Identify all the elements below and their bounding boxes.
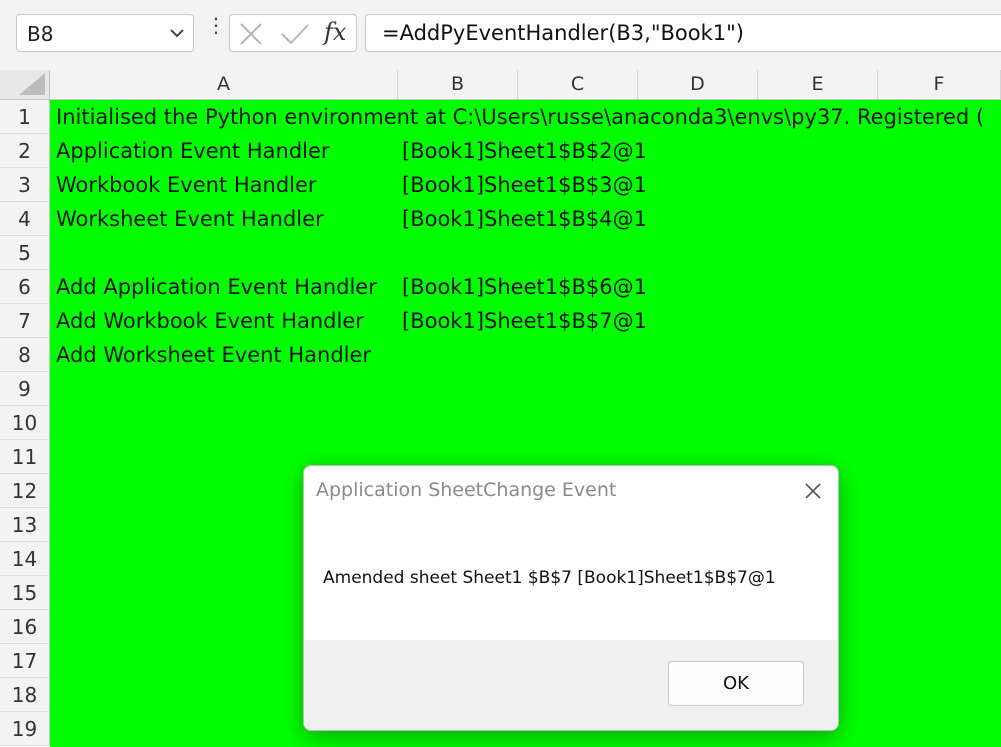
name-box[interactable]: B8 <box>16 14 194 52</box>
formula-buttons: fx <box>229 14 357 52</box>
insert-function-fx-icon[interactable]: fx <box>324 18 346 46</box>
row-header-8[interactable]: 8 <box>0 338 50 372</box>
row-header-4[interactable]: 4 <box>0 202 50 236</box>
cell-a7[interactable]: Add Workbook Event Handler <box>56 304 364 338</box>
column-header-b[interactable]: B <box>398 70 518 100</box>
cell-b6[interactable]: [Book1]Sheet1$B$6@1 <box>402 270 647 304</box>
enter-check-icon[interactable] <box>280 21 310 47</box>
column-header-e[interactable]: E <box>758 70 878 100</box>
dialog-title: Application SheetChange Event <box>316 479 617 501</box>
row-header-11[interactable]: 11 <box>0 440 50 474</box>
row-header-14[interactable]: 14 <box>0 542 50 576</box>
row-header-3[interactable]: 3 <box>0 168 50 202</box>
row-header-10[interactable]: 10 <box>0 406 50 440</box>
column-header-f[interactable]: F <box>878 70 1001 100</box>
cell-b2[interactable]: [Book1]Sheet1$B$2@1 <box>402 134 647 168</box>
row-header-7[interactable]: 7 <box>0 304 50 338</box>
row-header-1[interactable]: 1 <box>0 100 50 134</box>
row-header-12[interactable]: 12 <box>0 474 50 508</box>
cell-a4[interactable]: Worksheet Event Handler <box>56 202 324 236</box>
column-header-a[interactable]: A <box>50 70 398 100</box>
row-header-5[interactable]: 5 <box>0 236 50 270</box>
vertical-ellipsis-icon[interactable]: ⋮ <box>206 15 226 35</box>
column-header-c[interactable]: C <box>518 70 638 100</box>
formula-bar: B8 ⋮ fx =AddPyEventHandler(B3,"Book1") <box>0 0 1001 70</box>
cell-a3[interactable]: Workbook Event Handler <box>56 168 317 202</box>
row-header-9[interactable]: 9 <box>0 372 50 406</box>
cell-a1[interactable]: Initialised the Python environment at C:… <box>56 100 984 134</box>
ok-button[interactable]: OK <box>668 661 804 706</box>
select-all-corner[interactable] <box>0 70 50 100</box>
cell-b7[interactable]: [Book1]Sheet1$B$7@1 <box>402 304 647 338</box>
close-icon[interactable] <box>800 478 826 504</box>
row-header-16[interactable]: 16 <box>0 610 50 644</box>
row-header-19[interactable]: 19 <box>0 712 50 746</box>
row-header-6[interactable]: 6 <box>0 270 50 304</box>
name-box-value: B8 <box>27 22 54 46</box>
cell-b4[interactable]: [Book1]Sheet1$B$4@1 <box>402 202 647 236</box>
row-header-18[interactable]: 18 <box>0 678 50 712</box>
row-header-15[interactable]: 15 <box>0 576 50 610</box>
cell-a8[interactable]: Add Worksheet Event Handler <box>56 338 371 372</box>
chevron-down-icon[interactable] <box>169 27 185 39</box>
row-header-13[interactable]: 13 <box>0 508 50 542</box>
sheetchange-dialog: Application SheetChange Event Amended sh… <box>303 465 839 731</box>
formula-text: =AddPyEventHandler(B3,"Book1") <box>382 21 744 45</box>
row-header-2[interactable]: 2 <box>0 134 50 168</box>
formula-input[interactable]: =AddPyEventHandler(B3,"Book1") <box>365 14 1001 52</box>
cell-a2[interactable]: Application Event Handler <box>56 134 330 168</box>
row-header-17[interactable]: 17 <box>0 644 50 678</box>
dialog-message: Amended sheet Sheet1 $B$7 [Book1]Sheet1$… <box>323 568 776 588</box>
cell-a6[interactable]: Add Application Event Handler <box>56 270 377 304</box>
column-header-d[interactable]: D <box>638 70 758 100</box>
cell-b3[interactable]: [Book1]Sheet1$B$3@1 <box>402 168 647 202</box>
cancel-x-icon[interactable] <box>238 21 264 47</box>
